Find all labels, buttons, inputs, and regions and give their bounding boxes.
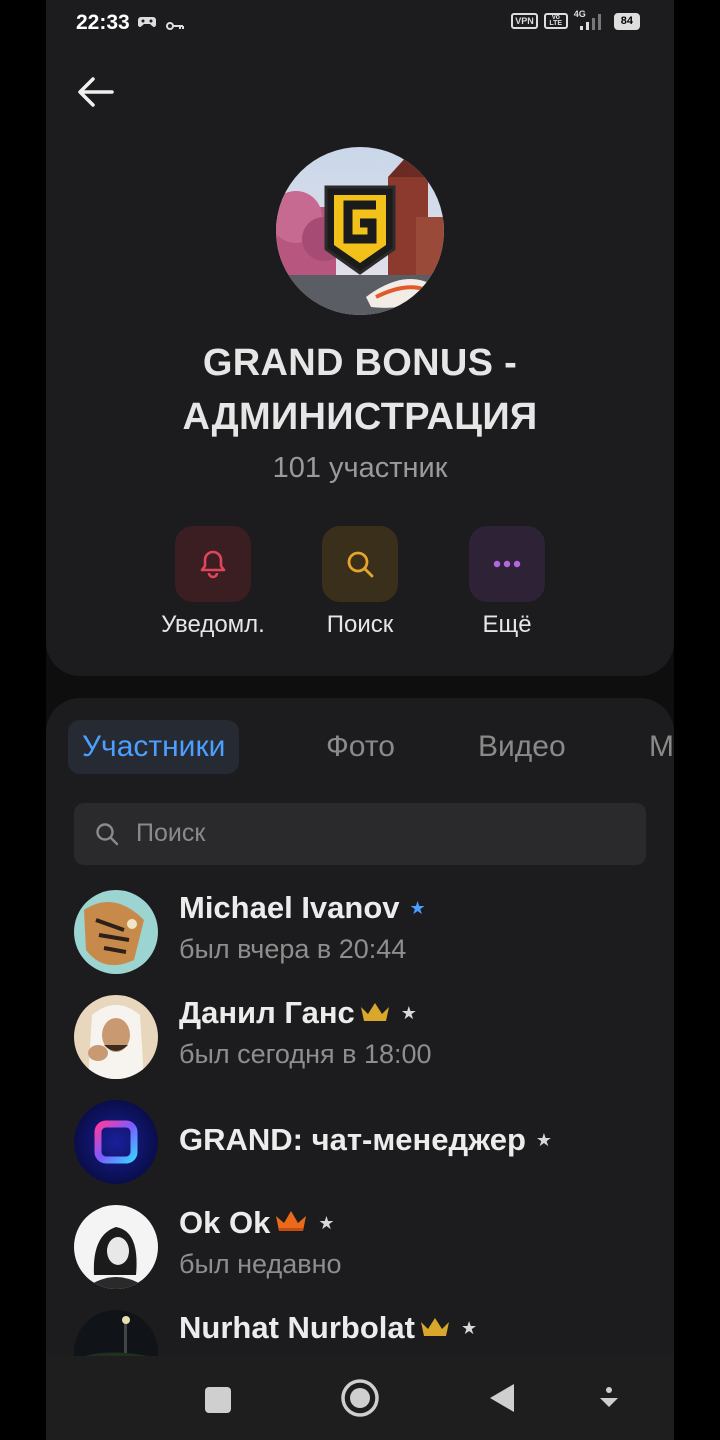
group-title-line1: GRAND BONUS - xyxy=(202,342,518,384)
volte-badge: Vo LTE xyxy=(543,13,568,29)
search-button[interactable]: Поиск xyxy=(290,526,430,639)
avatar xyxy=(74,890,158,974)
notifications-button-bg xyxy=(175,526,251,602)
avatar xyxy=(74,995,158,1079)
search-icon xyxy=(96,823,119,846)
tab-more-clipped[interactable]: М xyxy=(649,720,674,774)
more-button-bg xyxy=(469,526,545,602)
group-title: GRAND BONUS - АДМИНИСТРАЦИЯ xyxy=(46,336,674,444)
bell-icon xyxy=(200,550,226,579)
crown-icon xyxy=(419,1310,451,1346)
member-name: Nurhat Nurbolat ★ xyxy=(179,1310,478,1346)
search-button-bg xyxy=(322,526,398,602)
member-name: Michael Ivanov ★ xyxy=(179,890,426,925)
recents-button[interactable] xyxy=(204,1386,232,1419)
member-name: GRAND: чат-менеджер ★ xyxy=(179,1122,553,1157)
arrow-left-icon xyxy=(78,77,114,107)
member-name: Ok Ok ★ xyxy=(179,1205,335,1241)
tab-members[interactable]: Участники xyxy=(68,720,240,774)
star-icon: ★ xyxy=(318,1212,335,1233)
notifications-button[interactable]: Уведомл. xyxy=(143,526,283,639)
battery-indicator: 84 xyxy=(613,12,640,30)
group-title-line2: АДМИНИСТРАЦИЯ xyxy=(182,396,538,438)
triangle-back-icon xyxy=(490,1384,514,1412)
tab-photos[interactable]: Фото xyxy=(326,720,395,774)
key-icon xyxy=(166,18,184,36)
member-row[interactable]: Michael Ivanov ★ был вчера в 20:44 xyxy=(74,890,646,990)
star-icon: ★ xyxy=(460,1317,478,1338)
profile-card: 22:33 VPN Vo LTE 4G 84 GRAND BONUS - АДМ… xyxy=(46,0,674,676)
screen: 22:33 VPN Vo LTE 4G 84 GRAND BONUS - АДМ… xyxy=(46,0,674,1440)
member-status: был недавно xyxy=(179,1249,342,1279)
search-placeholder: Поиск xyxy=(136,819,206,847)
avatar xyxy=(74,1100,158,1184)
star-icon: ★ xyxy=(409,897,426,918)
crown-icon xyxy=(274,1205,308,1241)
assist-button[interactable] xyxy=(598,1386,620,1417)
tab-videos[interactable]: Видео xyxy=(478,720,566,774)
status-time: 22:33 xyxy=(76,11,130,34)
member-search-input[interactable]: Поиск xyxy=(74,803,646,865)
group-avatar[interactable] xyxy=(276,147,444,315)
chevron-down-dot-icon xyxy=(600,1387,618,1407)
member-row[interactable]: Ok Ok ★ был недавно xyxy=(74,1205,646,1305)
more-label: Ещё xyxy=(482,611,532,638)
member-status: был вчера в 20:44 xyxy=(179,934,407,964)
member-name: Данил Ганс ★ xyxy=(179,995,417,1031)
notifications-label: Уведомл. xyxy=(161,611,265,638)
back-button[interactable] xyxy=(76,74,116,110)
square-icon xyxy=(205,1387,231,1413)
grand-logo-icon xyxy=(276,147,444,315)
status-bar: 22:33 VPN Vo LTE 4G 84 xyxy=(46,0,674,48)
crown-icon xyxy=(359,995,391,1031)
member-count: 101 участник xyxy=(272,452,448,484)
more-icon xyxy=(493,560,521,568)
signal-icon: 4G xyxy=(574,9,608,30)
back-nav-button[interactable] xyxy=(488,1382,516,1419)
avatar xyxy=(74,1205,158,1289)
home-circle-icon xyxy=(341,1379,379,1417)
system-nav-bar xyxy=(46,1356,674,1440)
member-status: был сегодня в 18:00 xyxy=(179,1039,432,1069)
star-icon: ★ xyxy=(535,1129,553,1150)
home-button[interactable] xyxy=(340,1378,380,1423)
members-card: Участники Фото Видео М Поиск Michael Iva… xyxy=(46,698,674,1398)
member-row[interactable]: Данил Ганс ★ был сегодня в 18:00 xyxy=(74,995,646,1095)
search-icon xyxy=(347,551,374,578)
member-row[interactable]: GRAND: чат-менеджер ★ xyxy=(74,1100,646,1200)
game-controller-icon xyxy=(138,15,156,34)
more-button[interactable]: Ещё xyxy=(437,526,577,639)
vpn-badge: VPN xyxy=(511,13,538,29)
search-label: Поиск xyxy=(326,611,394,638)
star-icon: ★ xyxy=(400,1002,417,1023)
status-icons: VPN Vo LTE 4G 84 xyxy=(511,9,640,30)
